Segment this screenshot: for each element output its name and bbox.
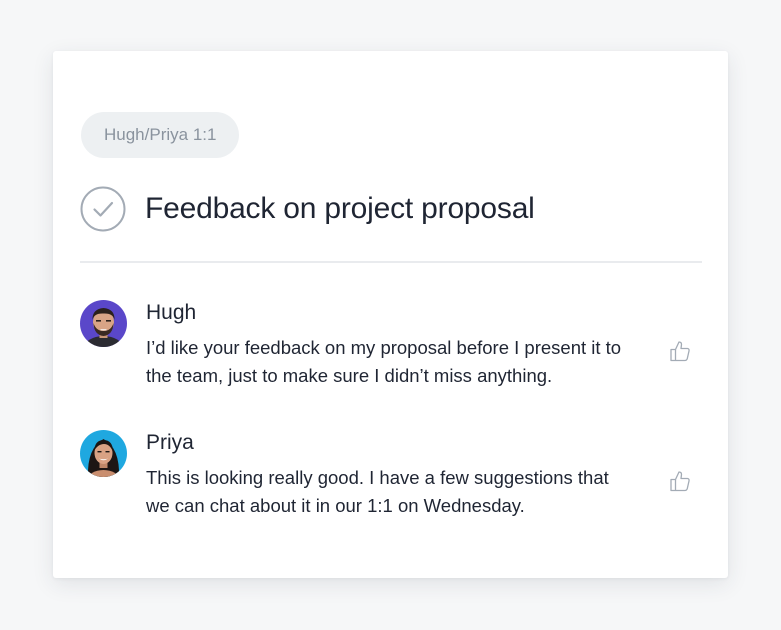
- project-tag[interactable]: Hugh/Priya 1:1: [81, 112, 240, 158]
- check-circle-icon[interactable]: [80, 186, 126, 232]
- comment-author: Hugh: [146, 301, 197, 324]
- comment-author: Priya: [146, 431, 194, 454]
- task-header: Feedback on project proposal: [80, 186, 535, 232]
- comment-text: This is looking really good. I have a fe…: [146, 467, 609, 516]
- comment-text: I’d like your feedback on my proposal be…: [146, 337, 622, 386]
- thumbs-up-icon[interactable]: [668, 469, 692, 493]
- avatar: [80, 300, 127, 347]
- thumbs-up-icon[interactable]: [668, 339, 692, 363]
- divider: [80, 261, 702, 263]
- task-title: Feedback on project proposal: [145, 192, 535, 225]
- task-card: Hugh/Priya 1:1 Feedback on project propo…: [53, 51, 728, 578]
- avatar: [80, 430, 127, 477]
